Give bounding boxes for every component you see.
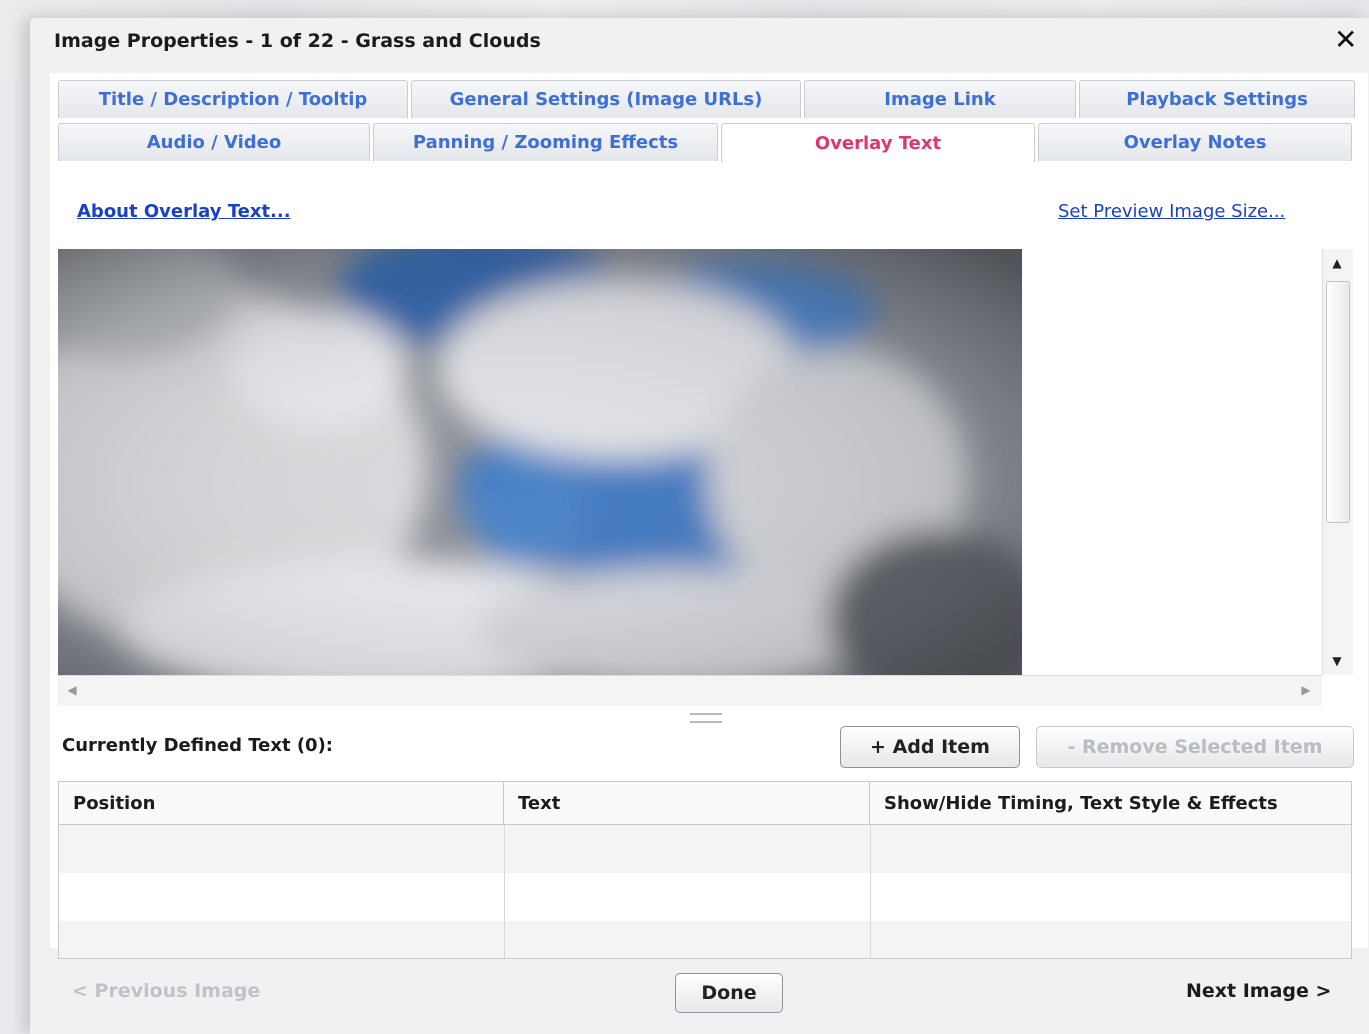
scroll-down-icon[interactable]: ▼ <box>1323 647 1351 675</box>
remove-selected-item-button[interactable]: - Remove Selected Item <box>1036 726 1354 768</box>
tab-row-2: Audio / Video Panning / Zooming Effects … <box>58 123 1355 162</box>
scroll-left-icon[interactable]: ◀ <box>58 676 86 704</box>
tab-general-settings[interactable]: General Settings (Image URLs) <box>411 80 801 118</box>
tab-title-description-tooltip[interactable]: Title / Description / Tooltip <box>58 80 408 118</box>
next-image-link[interactable]: Next Image > <box>1186 980 1331 1002</box>
tab-overlay-text[interactable]: Overlay Text <box>721 123 1035 162</box>
table-header: Position Text Show/Hide Timing, Text Sty… <box>59 782 1351 825</box>
column-divider <box>504 825 505 958</box>
tab-overlay-notes[interactable]: Overlay Notes <box>1038 123 1352 161</box>
add-item-button[interactable]: + Add Item <box>840 726 1020 768</box>
cloudy-sky-image <box>58 249 1022 675</box>
resize-grip-icon[interactable] <box>690 713 722 723</box>
empty-row-stripe <box>59 825 1351 873</box>
tab-image-link[interactable]: Image Link <box>804 80 1076 118</box>
overlay-text-table: Position Text Show/Hide Timing, Text Sty… <box>58 781 1352 959</box>
tab-panning-zooming-effects[interactable]: Panning / Zooming Effects <box>373 123 718 161</box>
scroll-right-icon[interactable]: ▶ <box>1292 676 1320 704</box>
scroll-up-icon[interactable]: ▲ <box>1323 249 1351 277</box>
tab-content-panel: Title / Description / Tooltip General Se… <box>50 73 1368 959</box>
tab-playback-settings[interactable]: Playback Settings <box>1079 80 1355 118</box>
empty-row-stripe <box>59 921 1351 958</box>
preview-horizontal-scrollbar[interactable]: ◀ ▶ <box>58 675 1322 706</box>
dialog-title: Image Properties - 1 of 22 - Grass and C… <box>54 30 541 52</box>
done-button[interactable]: Done <box>675 973 783 1013</box>
column-header-position[interactable]: Position <box>59 782 504 824</box>
set-preview-image-size-link[interactable]: Set Preview Image Size... <box>1058 201 1285 222</box>
column-header-timing-style-effects[interactable]: Show/Hide Timing, Text Style & Effects <box>870 782 1351 824</box>
previous-image-link[interactable]: < Previous Image <box>72 980 260 1002</box>
column-header-text[interactable]: Text <box>504 782 870 824</box>
empty-row-stripe <box>59 873 1351 921</box>
column-divider <box>870 825 871 958</box>
table-body <box>59 825 1351 958</box>
scrollbar-thumb[interactable] <box>1326 281 1350 523</box>
about-overlay-text-link[interactable]: About Overlay Text... <box>77 201 291 222</box>
preview-vertical-scrollbar[interactable]: ▲ ▼ <box>1322 249 1353 675</box>
tab-audio-video[interactable]: Audio / Video <box>58 123 370 161</box>
defined-text-label: Currently Defined Text (0): <box>62 735 333 756</box>
close-icon[interactable]: ✕ <box>1334 24 1357 56</box>
tab-row-1: Title / Description / Tooltip General Se… <box>58 80 1358 118</box>
image-properties-dialog: Image Properties - 1 of 22 - Grass and C… <box>30 18 1369 1034</box>
image-preview-area[interactable] <box>58 249 1322 705</box>
